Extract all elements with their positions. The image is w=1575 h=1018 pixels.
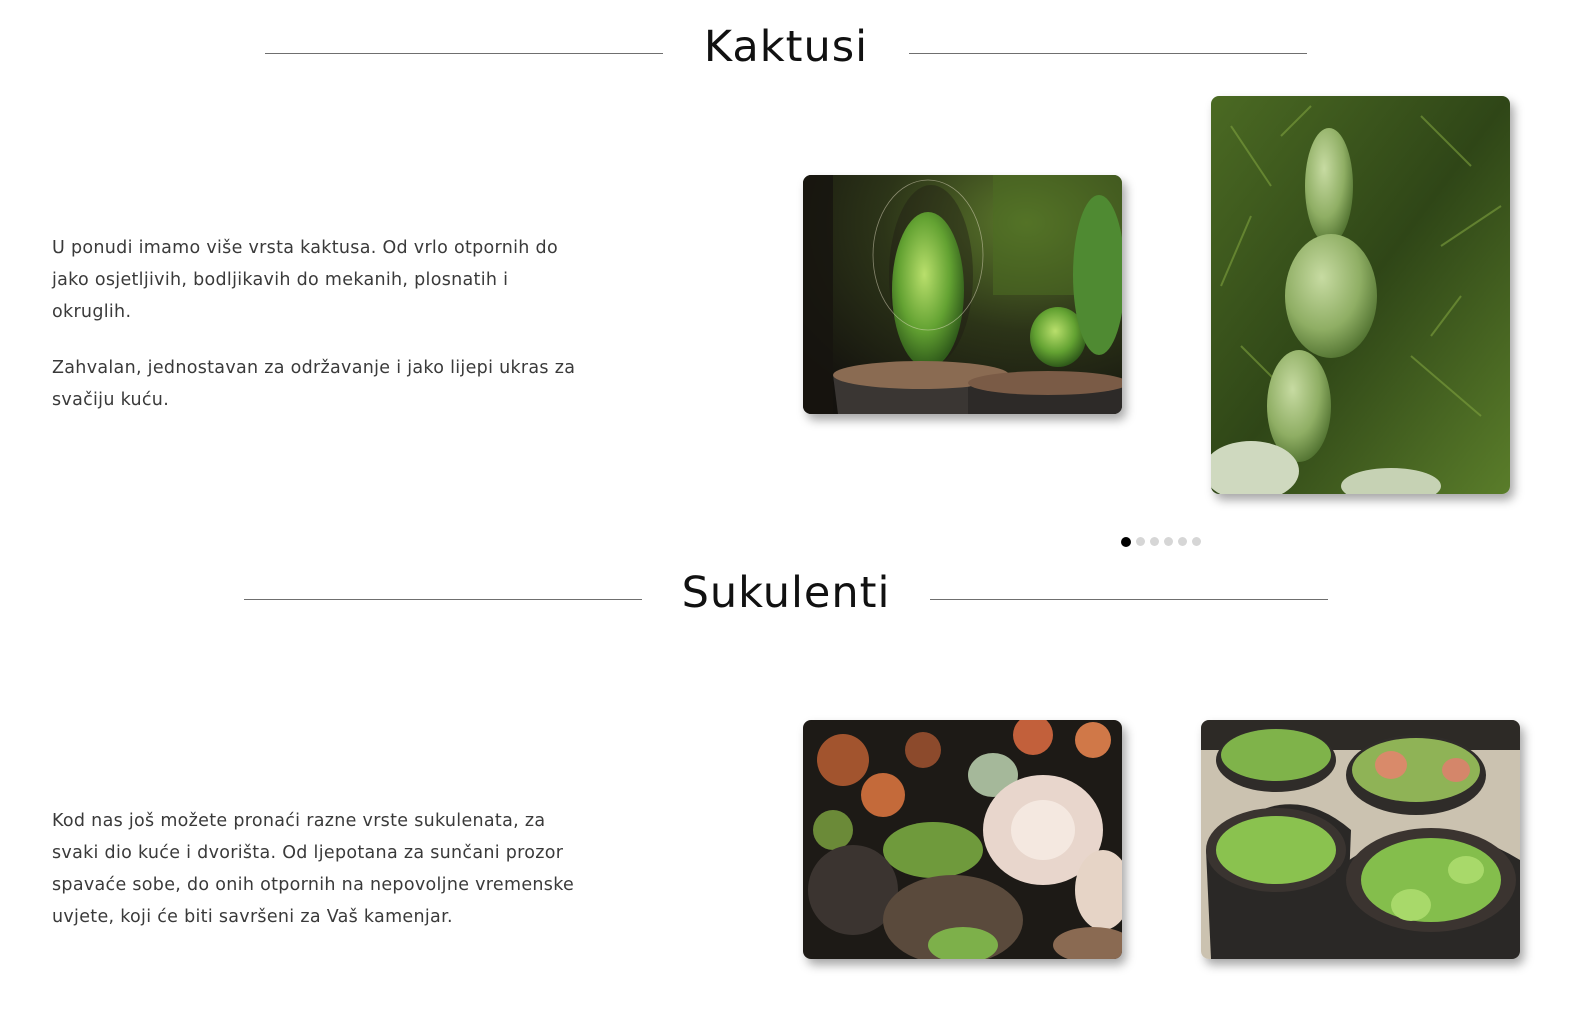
kaktusi-description: U ponudi imamo više vrsta kaktusa. Od vr… (52, 232, 582, 440)
carousel-dot-6[interactable] (1192, 537, 1201, 546)
heading-rule-right (930, 599, 1328, 600)
carousel-dot-2[interactable] (1136, 537, 1145, 546)
carousel-dot-3[interactable] (1150, 537, 1159, 546)
carousel-dot-1[interactable] (1121, 536, 1131, 547)
heading-rule-left (244, 599, 642, 600)
page: Kaktusi U ponudi imamo više vrsta kaktus… (0, 0, 1575, 1018)
carousel-dot-5[interactable] (1178, 537, 1187, 546)
sukulenti-description: Kod nas još možete pronaći razne vrste s… (52, 805, 582, 957)
section-heading-kaktusi: Kaktusi (0, 20, 1575, 80)
bunny-ear-cactus-photo[interactable] (1211, 96, 1510, 494)
section-heading-sukulenti: Sukulenti (0, 565, 1575, 625)
section-title-sukulenti: Sukulenti (681, 568, 891, 618)
succulent-pots-photo[interactable] (1201, 720, 1520, 959)
kaktusi-paragraph-2: Zahvalan, jednostavan za održavanje i ja… (52, 358, 576, 410)
heading-rule-right (909, 53, 1307, 54)
carousel-dot-4[interactable] (1164, 537, 1173, 546)
kaktusi-paragraph-1: U ponudi imamo više vrsta kaktusa. Od vr… (52, 238, 558, 322)
sukulenti-paragraph-1: Kod nas još možete pronaći razne vrste s… (52, 811, 575, 927)
succulent-mix-photo[interactable] (803, 720, 1122, 959)
cactus-pots-photo[interactable] (803, 175, 1122, 414)
section-title-kaktusi: Kaktusi (703, 22, 869, 72)
heading-rule-left (265, 53, 663, 54)
